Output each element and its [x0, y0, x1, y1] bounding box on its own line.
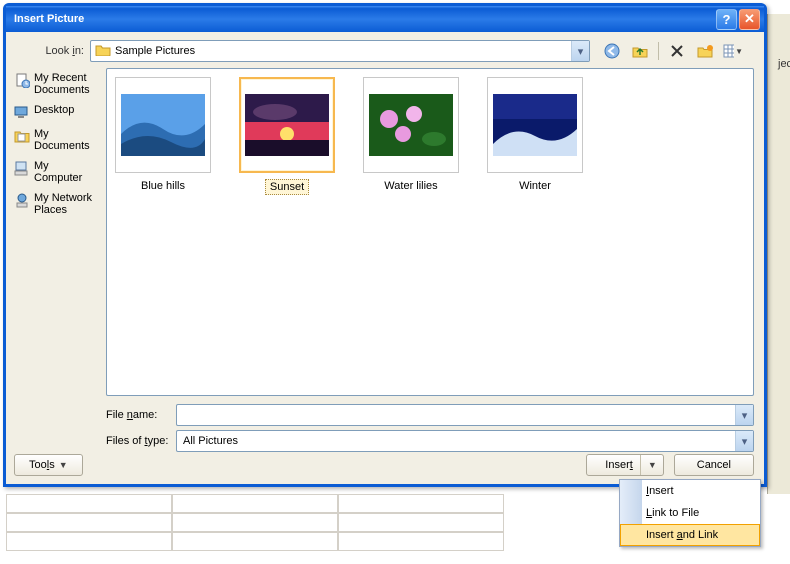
thumb-image	[369, 94, 453, 156]
insert-dropdown-menu: Insert Link to File Insert and Link	[619, 479, 761, 547]
places-my-documents[interactable]: My Documents	[12, 124, 102, 156]
places-desktop[interactable]: Desktop	[12, 100, 102, 124]
thumb-frame	[363, 77, 459, 173]
thumb-water-lilies[interactable]: Water lilies	[363, 77, 459, 193]
cancel-label: Cancel	[697, 459, 731, 471]
up-folder-icon[interactable]	[630, 41, 650, 61]
filename-row: File name: ▾	[106, 404, 754, 426]
insert-picture-dialog: Insert Picture ? ✕ Look in: Sample Pictu…	[3, 3, 767, 487]
help-button[interactable]: ?	[716, 9, 737, 30]
background-panel: jec	[767, 14, 790, 494]
new-folder-icon[interactable]	[695, 41, 715, 61]
menu-item-insert-and-link[interactable]: Insert and Link	[620, 524, 760, 546]
lookin-dropdown-button[interactable]: ▾	[571, 41, 589, 61]
delete-icon[interactable]	[667, 41, 687, 61]
filename-field[interactable]: ▾	[176, 404, 754, 426]
back-icon[interactable]	[602, 41, 622, 61]
filetype-label: Files of type:	[106, 435, 176, 447]
filename-label: File name:	[106, 409, 176, 421]
menu-item-insert[interactable]: Insert	[620, 480, 760, 502]
place-label: My Recent Documents	[34, 72, 100, 96]
places-my-computer[interactable]: My Computer	[12, 156, 102, 188]
place-label: Desktop	[34, 104, 74, 116]
thumb-label: Winter	[515, 179, 555, 193]
filetype-field[interactable]: All Pictures ▾	[176, 430, 754, 452]
places-my-network[interactable]: My Network Places	[12, 188, 102, 220]
insert-button[interactable]: Insert ▼	[586, 454, 663, 476]
documents-icon	[14, 128, 30, 144]
thumb-label: Blue hills	[137, 179, 189, 193]
desktop-icon	[14, 104, 30, 120]
tools-button[interactable]: Tools▼	[14, 454, 83, 476]
thumb-image	[121, 94, 205, 156]
places-recent[interactable]: My Recent Documents	[12, 68, 102, 100]
network-icon	[14, 192, 30, 208]
lookin-label: Look in:	[16, 45, 90, 57]
chevron-down-icon: ▼	[648, 460, 657, 470]
thumb-image	[493, 94, 577, 156]
menu-item-link-to-file[interactable]: Link to File	[620, 502, 760, 524]
thumb-label: Water lilies	[380, 179, 441, 193]
lookin-value: Sample Pictures	[115, 45, 195, 57]
files-area[interactable]: Blue hills Sunset Water lilies Winter	[106, 68, 754, 396]
filetype-value: All Pictures	[183, 435, 238, 447]
thumb-image	[245, 94, 329, 156]
separator	[658, 42, 659, 60]
thumb-sunset[interactable]: Sunset	[239, 77, 335, 195]
place-label: My Documents	[34, 128, 100, 152]
thumb-frame	[239, 77, 335, 173]
thumb-blue-hills[interactable]: Blue hills	[115, 77, 211, 193]
lookin-row: Look in: Sample Pictures ▾ ▼	[16, 40, 754, 62]
thumb-frame	[487, 77, 583, 173]
filetype-row: Files of type: All Pictures ▾	[106, 430, 754, 452]
thumb-frame	[115, 77, 211, 173]
separator	[640, 455, 641, 475]
folder-icon	[95, 43, 111, 59]
thumb-winter[interactable]: Winter	[487, 77, 583, 193]
filename-dropdown-button[interactable]: ▾	[735, 405, 753, 425]
dialog-body: Look in: Sample Pictures ▾ ▼	[6, 32, 764, 484]
views-icon[interactable]: ▼	[723, 41, 743, 61]
chevron-down-icon: ▼	[59, 460, 68, 470]
close-button[interactable]: ✕	[739, 9, 760, 30]
thumb-label: Sunset	[265, 179, 309, 195]
bottom-buttons: Tools▼ Insert ▼ Cancel	[14, 454, 754, 476]
titlebar[interactable]: Insert Picture ? ✕	[6, 6, 764, 32]
window-title: Insert Picture	[14, 13, 714, 25]
computer-icon	[14, 160, 30, 176]
recent-docs-icon	[14, 72, 30, 88]
lookin-combo[interactable]: Sample Pictures ▾	[90, 40, 590, 62]
cancel-button[interactable]: Cancel	[674, 454, 754, 476]
places-bar: My Recent Documents Desktop My Documents…	[12, 68, 102, 452]
filetype-dropdown-button[interactable]: ▾	[735, 431, 753, 451]
toolbar-icons: ▼	[602, 41, 743, 61]
place-label: My Computer	[34, 160, 100, 184]
bg-text: jec	[778, 58, 790, 70]
place-label: My Network Places	[34, 192, 100, 216]
